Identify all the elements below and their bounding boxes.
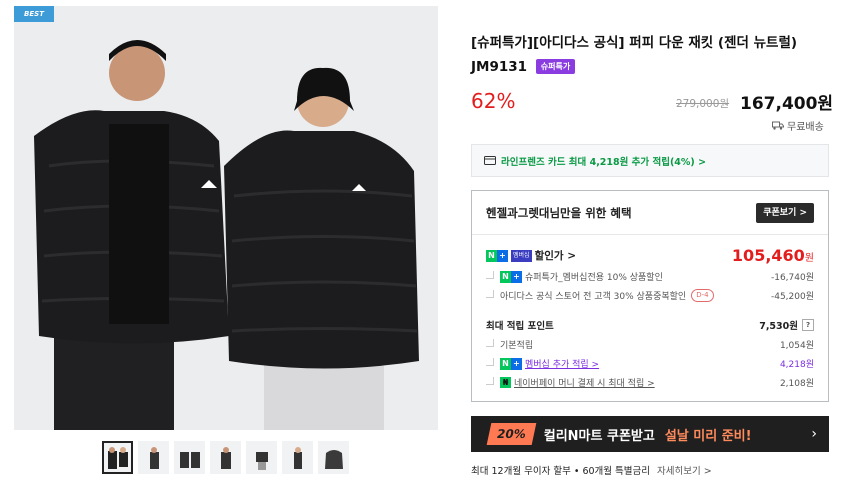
points-item-value: 4,218원: [779, 360, 814, 370]
help-icon[interactable]: ?: [802, 319, 814, 331]
points-label-group: N + 멤버십 추가 적립 >: [486, 357, 599, 370]
benefit-title: 헨젤과그렛대님만을 위한 혜택: [486, 205, 632, 220]
kurly-coupon-banner[interactable]: 20% 컬리N마트 쿠폰받고 설날 미리 준비! ›: [471, 416, 829, 452]
points-label-group: ₦ 네이버페이 머니 결제 시 최대 적립 >: [486, 376, 655, 389]
discount-label-group: 아디다스 공식 스토어 전 고객 30% 상품중복할인 D-4: [486, 289, 714, 302]
thumbnail-image: [220, 446, 231, 469]
discount-row: 아디다스 공식 스토어 전 고객 30% 상품중복할인 D-4 -45,200원: [486, 289, 814, 302]
kurly-percent-badge: 20%: [486, 423, 537, 445]
thumbnail-7[interactable]: [318, 441, 349, 474]
tree-branch-icon: [486, 270, 494, 279]
product-photo: [14, 6, 438, 430]
thumbnail-strip: [102, 441, 349, 474]
points-label: 최대 적립 포인트: [486, 321, 554, 332]
sale-price-label: 할인가 >: [534, 250, 576, 262]
kurly-banner-highlight: 설날 미리 준비!: [664, 428, 752, 444]
original-price: 279,000원: [676, 98, 730, 110]
tree-branch-icon: [486, 338, 494, 347]
points-label-group: 기본적립: [486, 338, 533, 351]
installment-info: 최대 12개월 무이자 할부 • 60개월 특별금리 자세히보기 >: [471, 463, 712, 477]
discount-row: N + 슈퍼특가_멤버십전용 10% 상품할인 -16,740원: [486, 270, 814, 283]
view-coupon-button[interactable]: 쿠폰보기 >: [756, 202, 814, 223]
naverpay-points-link[interactable]: 네이버페이 머니 결제 시 최대 적립 >: [514, 376, 655, 389]
thumbnail-image: [107, 446, 128, 469]
thumbnail-1[interactable]: [102, 441, 133, 474]
thumbnail-image: [293, 446, 302, 469]
best-badge: BEST: [14, 6, 54, 22]
product-image[interactable]: BEST: [14, 6, 438, 430]
npay-icon: N +: [486, 249, 508, 262]
credit-card-icon: [484, 156, 496, 165]
card-points-banner[interactable]: 라인프렌즈 카드 최대 4,218원 추가 적립(4%) >: [471, 144, 829, 177]
tree-branch-icon: [486, 289, 494, 298]
shipping-info: 무료배송: [772, 118, 824, 133]
benefit-header: 헨젤과그렛대님만을 위한 혜택 쿠폰보기 >: [472, 191, 828, 235]
member-benefit-box: 헨젤과그렛대님만을 위한 혜택 쿠폰보기 > N + 멤버십 할인가 > 105,…: [471, 190, 829, 402]
card-banner-text: 라인프렌즈 카드 최대 4,218원 추가 적립(4%) >: [501, 156, 707, 168]
membership-points-link[interactable]: 멤버십 추가 적립 >: [525, 357, 599, 370]
thumbnail-image: [149, 446, 159, 469]
npay-icon: N +: [500, 357, 522, 370]
product-title-text: [슈퍼특가][아디다스 공식] 퍼피 다운 재킷 (젠더 뉴트럴) JM9131: [471, 35, 798, 75]
tree-branch-icon: [486, 376, 494, 385]
thumbnail-5[interactable]: [246, 441, 277, 474]
npay-icon: N +: [500, 270, 522, 283]
points-item-value: 1,054원: [779, 341, 814, 351]
thumbnail-image: [179, 451, 200, 468]
sale-price: 167,400원: [740, 94, 834, 114]
points-item-label: 기본적립: [500, 341, 534, 351]
discount-rate: 62%: [471, 89, 516, 113]
tree-branch-icon: [486, 357, 494, 366]
discount-value: -16,740원: [770, 273, 814, 283]
discount-label: 아디다스 공식 스토어 전 고객 30% 상품중복할인: [500, 292, 687, 302]
points-item-value: 2,108원: [779, 379, 814, 389]
kurly-banner-text: 컬리N마트 쿠폰받고: [543, 428, 655, 444]
thumbnail-image: [255, 451, 268, 470]
points-row[interactable]: N + 멤버십 추가 적립 > 4,218원: [486, 357, 814, 370]
chevron-right-icon: ›: [811, 426, 817, 442]
discount-label-group: N + 슈퍼특가_멤버십전용 10% 상품할인: [486, 270, 663, 283]
thumbnail-4[interactable]: [210, 441, 241, 474]
dday-badge: D-4: [691, 289, 714, 302]
points-total: 7,530원: [759, 321, 798, 332]
product-title: [슈퍼특가][아디다스 공식] 퍼피 다운 재킷 (젠더 뉴트럴) JM9131…: [471, 31, 831, 79]
shipping-text: 무료배송: [787, 122, 824, 133]
discount-value: -45,200원: [770, 292, 814, 302]
thumbnail-image: [324, 449, 343, 469]
points-row: 기본적립 1,054원: [486, 338, 814, 351]
thumbnail-2[interactable]: [138, 441, 169, 474]
member-sale-price-value: 105,460: [731, 246, 805, 265]
thumbnail-6[interactable]: [282, 441, 313, 474]
points-total-group: 7,530원 ?: [759, 318, 814, 332]
installment-text: 최대 12개월 무이자 할부 • 60개월 특별금리: [471, 466, 650, 477]
member-sale-price: 105,460원: [732, 246, 814, 265]
naverpay-icon: ₦: [500, 377, 511, 388]
installment-more-link[interactable]: 자세히보기 >: [657, 466, 712, 477]
member-sale-price-unit: 원: [804, 253, 814, 264]
truck-icon: [772, 121, 784, 130]
membership-tag: 멤버십: [511, 249, 532, 262]
super-deal-badge: 슈퍼특가: [535, 59, 576, 74]
sale-price-row[interactable]: N + 멤버십 할인가 > 105,460원: [486, 246, 814, 265]
discount-label: 슈퍼특가_멤버십전용 10% 상품할인: [525, 273, 663, 283]
thumbnail-3[interactable]: [174, 441, 205, 474]
points-total-row: 최대 적립 포인트 7,530원 ?: [486, 318, 814, 332]
sale-price-label-group: N + 멤버십 할인가 >: [486, 248, 576, 263]
points-row[interactable]: ₦ 네이버페이 머니 결제 시 최대 적립 > 2,108원: [486, 376, 814, 389]
